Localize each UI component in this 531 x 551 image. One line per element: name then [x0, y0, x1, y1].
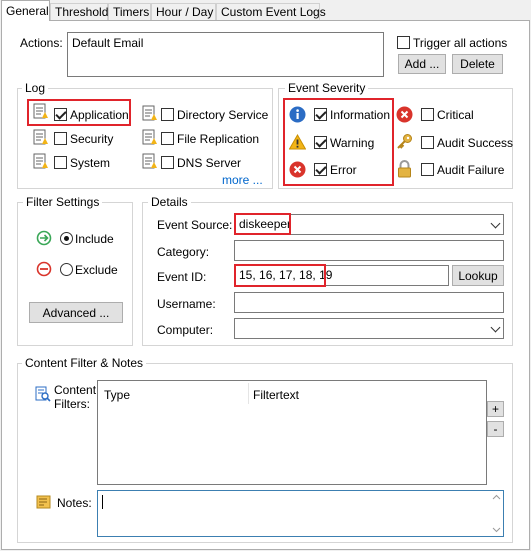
event-log-icon [33, 129, 48, 145]
severity-information-label: Information [330, 108, 391, 122]
event-source-dropdown[interactable]: diskeeper [234, 214, 504, 235]
trigger-all-checkbox[interactable] [397, 36, 410, 49]
info-icon [289, 106, 306, 123]
critical-icon [396, 106, 413, 123]
add-action-button[interactable]: Add ... [398, 54, 446, 74]
content-filter-title: Content Filter & Notes [22, 356, 147, 370]
username-label: Username: [157, 297, 216, 311]
notes-textarea[interactable] [97, 490, 504, 537]
tab-general[interactable]: General [1, 0, 50, 21]
computer-label: Computer: [157, 323, 214, 337]
include-icon [36, 230, 52, 246]
actions-list[interactable]: Default Email [67, 32, 384, 77]
severity-error-checkbox[interactable] [314, 163, 327, 176]
event-log-icon [142, 105, 157, 121]
tab-threshold[interactable]: Threshold [50, 3, 108, 21]
content-filters-label: Content Filters: [54, 383, 97, 411]
column-header-type[interactable]: Type [104, 388, 130, 402]
event-source-label: Event Source: [157, 218, 233, 232]
log-dns-server-checkbox[interactable] [161, 156, 174, 169]
warning-icon [289, 134, 306, 150]
log-dns-server-label: DNS Server [177, 156, 242, 170]
notes-label: Notes: [57, 496, 92, 510]
event-log-icon [33, 153, 48, 169]
exclude-radio[interactable] [60, 263, 73, 276]
include-radio[interactable] [60, 232, 73, 245]
severity-audit-success-checkbox[interactable] [421, 136, 434, 149]
column-header-filtertext[interactable]: Filtertext [253, 388, 299, 402]
log-directory-service-checkbox[interactable] [161, 108, 174, 121]
add-filter-button[interactable]: + [487, 401, 504, 417]
error-icon [289, 161, 306, 178]
event-source-value: diskeeper [239, 217, 292, 231]
trigger-all-label: Trigger all actions [413, 36, 508, 50]
tab-hour-day[interactable]: Hour / Day [151, 3, 216, 21]
severity-critical-label: Critical [437, 108, 474, 122]
log-application-label: Application [70, 108, 129, 122]
severity-warning-checkbox[interactable] [314, 136, 327, 149]
severity-audit-failure-checkbox[interactable] [421, 163, 434, 176]
log-security-label: Security [70, 132, 114, 146]
delete-action-button[interactable]: Delete [452, 54, 503, 74]
log-directory-service-label: Directory Service [177, 108, 269, 122]
severity-error-label: Error [330, 163, 357, 177]
event-log-icon [142, 153, 157, 169]
event-id-label: Event ID: [157, 270, 207, 284]
log-system-label: System [70, 156, 111, 170]
category-input[interactable] [234, 240, 504, 261]
severity-audit-success-label: Audit Success [437, 136, 514, 150]
log-file-replication-label: File Replication [177, 132, 260, 146]
remove-filter-button[interactable]: - [487, 421, 504, 437]
filter-search-icon [35, 386, 51, 402]
event-severity-title: Event Severity [285, 81, 369, 95]
actions-list-item[interactable]: Default Email [72, 36, 379, 50]
chevron-down-icon [490, 218, 501, 229]
exclude-icon [36, 261, 52, 277]
advanced-button[interactable]: Advanced ... [29, 302, 123, 323]
severity-warning-label: Warning [330, 136, 375, 150]
category-label: Category: [157, 245, 210, 259]
event-log-icon [142, 129, 157, 145]
username-input[interactable] [234, 292, 504, 313]
exclude-label: Exclude [75, 263, 118, 277]
tab-bar: General Threshold Timers Hour / Day Cust… [0, 0, 531, 21]
notes-icon [36, 495, 51, 509]
severity-critical-checkbox[interactable] [421, 108, 434, 121]
details-title: Details [148, 195, 191, 209]
log-system-checkbox[interactable] [54, 156, 67, 169]
content-filter-table[interactable]: Type Filtertext [97, 380, 487, 485]
computer-dropdown[interactable] [234, 318, 504, 339]
tab-custom-event-logs[interactable]: Custom Event Logs [216, 3, 326, 21]
event-log-icon [33, 103, 48, 119]
lookup-button[interactable]: Lookup [452, 265, 504, 286]
filter-settings-title: Filter Settings [23, 195, 103, 209]
severity-audit-failure-label: Audit Failure [437, 163, 505, 177]
chevron-down-icon [490, 322, 501, 333]
scroll-down-icon[interactable] [492, 525, 501, 534]
severity-information-checkbox[interactable] [314, 108, 327, 121]
actions-label: Actions: [20, 36, 63, 50]
event-id-input[interactable]: 15, 16, 17, 18, 19 [234, 265, 449, 286]
include-label: Include [75, 232, 114, 246]
key-icon [397, 134, 412, 149]
log-file-replication-checkbox[interactable] [161, 132, 174, 145]
log-security-checkbox[interactable] [54, 132, 67, 145]
column-divider [248, 383, 249, 404]
log-application-checkbox[interactable] [54, 108, 67, 121]
text-cursor [102, 495, 103, 509]
tab-timers[interactable]: Timers [108, 3, 151, 21]
log-group-title: Log [22, 81, 49, 95]
more-logs-link[interactable]: more ... [222, 173, 263, 187]
lock-icon [398, 160, 411, 178]
scroll-up-icon[interactable] [492, 493, 501, 502]
